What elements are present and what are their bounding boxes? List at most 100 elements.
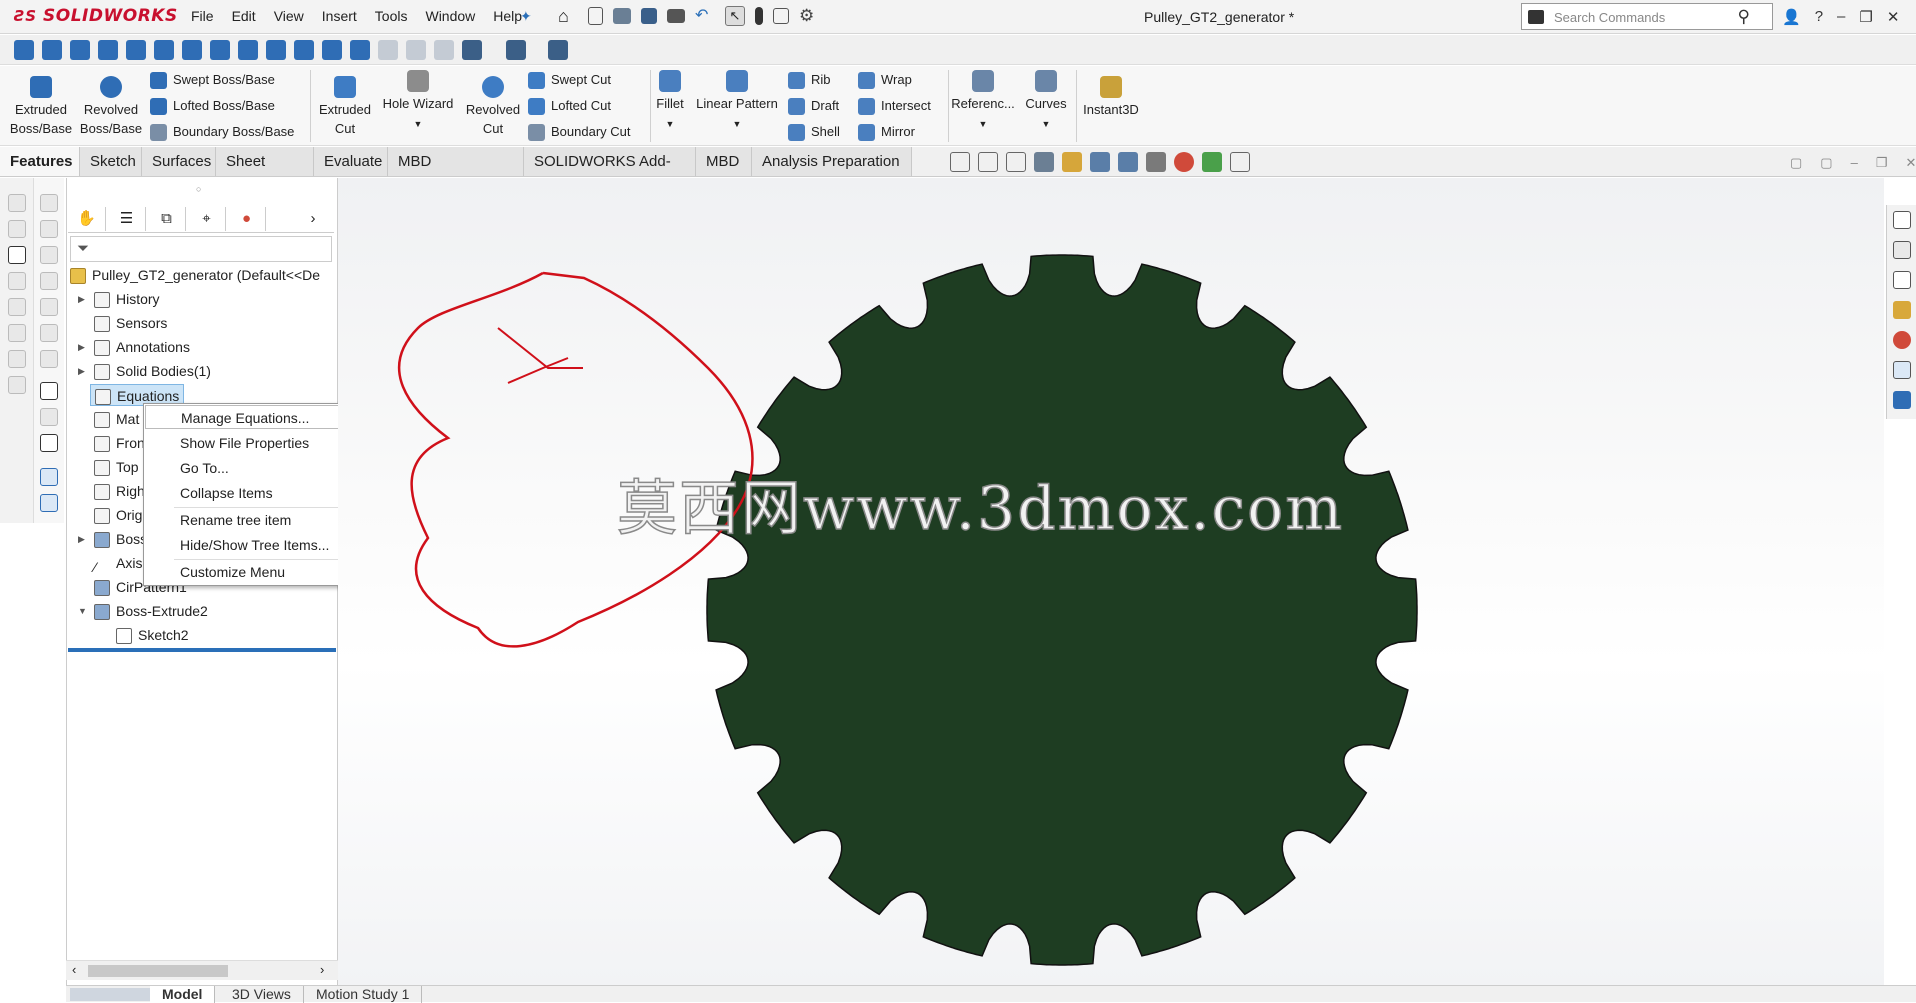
tab-3d-views[interactable]: 3D Views xyxy=(220,986,304,1003)
expand-arrow-icon[interactable]: ▶ xyxy=(78,336,85,358)
menu-view[interactable]: View xyxy=(265,8,313,24)
mirror-button[interactable]: Mirror xyxy=(858,121,915,143)
display-tool-icon[interactable] xyxy=(40,434,58,452)
tab-sketch[interactable]: Sketch xyxy=(80,147,142,176)
extruded-cut-button[interactable]: Extruded Cut xyxy=(314,76,376,138)
custom-properties-icon[interactable] xyxy=(1893,361,1911,379)
viewport-close-icon[interactable]: ✕ xyxy=(1905,155,1916,171)
loft-shortcut-icon[interactable] xyxy=(98,40,118,60)
select-cursor-icon[interactable]: ↖ xyxy=(725,6,745,26)
open-folder-icon[interactable] xyxy=(613,8,631,24)
view-settings-icon[interactable] xyxy=(1230,152,1250,172)
dimxpert-tab-icon[interactable]: ⌖ xyxy=(188,207,226,231)
menu-insert[interactable]: Insert xyxy=(313,8,366,24)
panel-grip[interactable]: ○ xyxy=(196,184,201,194)
disabled-shortcut-icon[interactable] xyxy=(434,40,454,60)
feature-tree-tab-icon[interactable]: ✋ xyxy=(68,207,106,231)
gear-icon[interactable]: ⚙ xyxy=(799,6,819,26)
appearances-icon[interactable] xyxy=(1893,331,1911,349)
shell-shortcut-icon[interactable] xyxy=(238,40,258,60)
disabled-shortcut-icon[interactable] xyxy=(406,40,426,60)
zoom-to-area-icon[interactable] xyxy=(978,152,998,172)
dropdown-arrow-icon[interactable]: ▼ xyxy=(733,119,742,129)
boundary-boss-base-button[interactable]: Boundary Boss/Base xyxy=(150,121,294,143)
menu-tools[interactable]: Tools xyxy=(366,8,417,24)
home-icon[interactable]: ⌂ xyxy=(558,6,578,26)
collapse-arrow-icon[interactable]: ▼ xyxy=(78,600,87,622)
tabs-more-icon[interactable]: › xyxy=(294,207,332,231)
restore-icon[interactable]: ❐ xyxy=(1859,8,1872,26)
graphics-area[interactable]: 莫西网www.3dmox.com xyxy=(338,178,1884,986)
lofted-boss-base-button[interactable]: Lofted Boss/Base xyxy=(150,95,275,117)
expand-arrow-icon[interactable]: ▶ xyxy=(78,288,85,310)
viewport-split-icon[interactable]: ▢ xyxy=(1790,155,1802,171)
tab-surfaces[interactable]: Surfaces xyxy=(142,147,216,176)
thicken-shortcut-icon[interactable] xyxy=(154,40,174,60)
curves-button[interactable]: Curves ▼ xyxy=(1020,70,1072,134)
disabled-tool-icon[interactable] xyxy=(8,324,26,342)
disabled-tool-icon[interactable] xyxy=(8,350,26,368)
swept-boss-base-button[interactable]: Swept Boss/Base xyxy=(150,69,275,91)
file-explorer-icon[interactable] xyxy=(1893,271,1911,289)
dynamic-annotation-icon[interactable] xyxy=(1062,152,1082,172)
disabled-tool-icon[interactable] xyxy=(40,246,58,264)
annotation-tool-icon[interactable] xyxy=(8,246,26,264)
sweep-shortcut-icon[interactable] xyxy=(70,40,90,60)
tab-evaluate[interactable]: Evaluate xyxy=(314,147,388,176)
disabled-tool-icon[interactable] xyxy=(8,194,26,212)
disabled-tool-icon[interactable] xyxy=(8,272,26,290)
scroll-right-icon[interactable]: › xyxy=(320,962,324,977)
disabled-tool-icon[interactable] xyxy=(40,350,58,368)
tree-horizontal-scrollbar[interactable]: ‹ › xyxy=(66,960,338,980)
intersect-button[interactable]: Intersect xyxy=(858,95,931,117)
extrude-shortcut-icon[interactable] xyxy=(14,40,34,60)
tab-motion-study-1[interactable]: Motion Study 1 xyxy=(304,986,423,1003)
box-shortcut-icon[interactable] xyxy=(462,40,482,60)
tree-item-solid-bodies[interactable]: ▶ Solid Bodies(1) xyxy=(78,360,211,382)
tree-item-front-plane[interactable]: Fron xyxy=(94,432,145,454)
extruded-boss-base-button[interactable]: Extruded Boss/Base xyxy=(8,76,74,138)
selection-tool-icon[interactable] xyxy=(40,382,58,400)
combine-shortcut-icon[interactable] xyxy=(294,40,314,60)
fillet-button[interactable]: Fillet ▼ xyxy=(652,70,688,134)
tab-sheet-metal[interactable]: Sheet Metal xyxy=(216,147,314,199)
shell-button[interactable]: Shell xyxy=(788,121,840,143)
view-palette-icon[interactable] xyxy=(1893,301,1911,319)
search-scope-icon[interactable] xyxy=(1528,10,1544,24)
view-orientation-icon[interactable] xyxy=(1090,152,1110,172)
swept-cut-button[interactable]: Swept Cut xyxy=(528,69,611,91)
disabled-tool-icon[interactable] xyxy=(40,408,58,426)
save-icon[interactable] xyxy=(641,8,657,24)
edit-appearance-icon[interactable] xyxy=(1174,152,1194,172)
move-shortcut-icon[interactable] xyxy=(350,40,370,60)
search-icon[interactable]: ⚲ xyxy=(1738,7,1750,27)
disabled-tool-icon[interactable] xyxy=(40,272,58,290)
reference-geometry-shortcut-icon[interactable] xyxy=(506,40,526,60)
pin-icon[interactable]: ✦ xyxy=(520,8,532,25)
tree-item-axis[interactable]: ⁄ Axis xyxy=(94,552,142,575)
disabled-tool-icon[interactable] xyxy=(40,220,58,238)
boundary-cut-button[interactable]: Boundary Cut xyxy=(528,121,631,143)
viewport-split-icon[interactable]: ▢ xyxy=(1820,155,1832,171)
previous-view-icon[interactable] xyxy=(1006,152,1026,172)
tab-mbd[interactable]: MBD xyxy=(696,147,752,176)
lofted-cut-button[interactable]: Lofted Cut xyxy=(528,95,611,117)
tree-item-right-plane[interactable]: Righ xyxy=(94,480,145,502)
minimize-icon[interactable]: – xyxy=(1837,8,1845,26)
fillet-shortcut-icon[interactable] xyxy=(210,40,230,60)
menu-edit[interactable]: Edit xyxy=(223,8,265,24)
dropdown-arrow-icon[interactable]: ▼ xyxy=(1042,119,1051,129)
tree-item-boss-extrude2[interactable]: ▼ Boss-Extrude2 xyxy=(78,600,208,622)
menu-file[interactable]: File xyxy=(182,8,223,24)
disabled-shortcut-icon[interactable] xyxy=(378,40,398,60)
help-icon[interactable]: ? xyxy=(1815,8,1823,26)
tab-nav-arrows-icon[interactable] xyxy=(70,988,150,1001)
paste-tool-icon[interactable] xyxy=(40,494,58,512)
revolved-boss-base-button[interactable]: Revolved Boss/Base xyxy=(78,76,144,138)
close-icon[interactable]: ✕ xyxy=(1887,8,1900,26)
design-library-icon[interactable] xyxy=(1893,241,1911,259)
tree-item-history[interactable]: ▶ History xyxy=(78,288,160,310)
tab-analysis-preparation[interactable]: Analysis Preparation xyxy=(752,147,912,176)
gt2-pulley-gear[interactable] xyxy=(706,254,1418,966)
disabled-tool-icon[interactable] xyxy=(8,298,26,316)
